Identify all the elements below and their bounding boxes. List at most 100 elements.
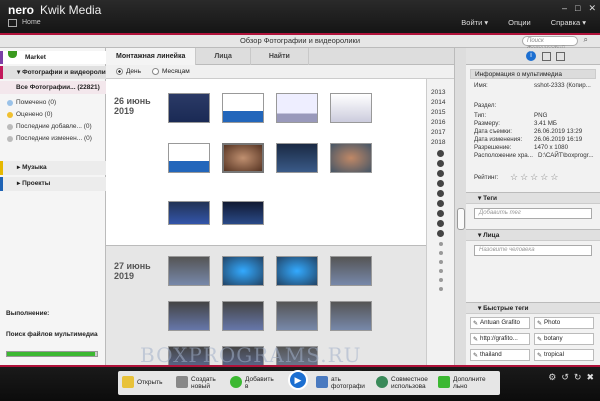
- home-link[interactable]: Home: [22, 19, 41, 26]
- media-thumbnail[interactable]: [168, 93, 210, 123]
- quick-tag[interactable]: ✎ botany: [534, 333, 594, 345]
- star-icon[interactable]: ☆: [510, 172, 518, 183]
- media-thumbnail[interactable]: [330, 143, 372, 173]
- media-thumbnail[interactable]: [168, 201, 210, 225]
- media-thumbnail[interactable]: [222, 201, 264, 225]
- slider-handle[interactable]: [457, 208, 465, 230]
- share-button[interactable]: Совместное использова: [376, 373, 436, 393]
- group-date: 27 июнь 2019: [114, 261, 151, 281]
- rotate-left-icon[interactable]: ↺: [561, 372, 569, 383]
- quick-tag[interactable]: ✎ Antuan Grafito: [470, 317, 530, 329]
- grid-view-icon[interactable]: [542, 52, 551, 61]
- year-2013[interactable]: 2013: [431, 89, 445, 96]
- month-dot[interactable]: [439, 278, 443, 282]
- star-icon[interactable]: ☆: [530, 172, 538, 183]
- faces-section[interactable]: ▾ Лица: [466, 229, 600, 241]
- menu-login[interactable]: Войти ▾: [461, 18, 488, 27]
- radio-day[interactable]: [116, 68, 123, 75]
- media-thumbnail-selected[interactable]: [222, 143, 264, 173]
- sidebar-music[interactable]: ▸ Музыка: [0, 161, 106, 175]
- delete-icon[interactable]: ✖: [586, 372, 594, 383]
- rating-stars[interactable]: ☆ ☆ ☆ ☆ ☆: [510, 172, 558, 183]
- tags-section[interactable]: ▾ Теги: [466, 192, 600, 204]
- media-thumbnail[interactable]: [330, 301, 372, 331]
- radio-month-label: Месяцам: [162, 68, 190, 75]
- month-dot[interactable]: [437, 180, 444, 187]
- info-value: D:\САЙТ\boxprogr...: [538, 152, 594, 159]
- tab-find[interactable]: Найти: [251, 48, 309, 65]
- month-dot[interactable]: [437, 220, 444, 227]
- year-2018[interactable]: 2018: [431, 139, 445, 146]
- play-button[interactable]: ▶: [288, 370, 308, 390]
- more-button[interactable]: Дополните льно: [438, 373, 498, 393]
- month-dot[interactable]: [437, 210, 444, 217]
- flag-icon: [7, 100, 13, 106]
- month-dot[interactable]: [439, 287, 443, 291]
- face-name-input[interactable]: Назовите человека: [474, 245, 592, 256]
- rotate-right-icon[interactable]: ↻: [574, 372, 582, 383]
- media-thumbnail[interactable]: [222, 301, 264, 331]
- sidebar-item-recent-added[interactable]: Последние добавле... (0): [16, 123, 92, 130]
- year-2014[interactable]: 2014: [431, 99, 445, 106]
- month-dot[interactable]: [437, 150, 444, 157]
- sidebar-item-marked[interactable]: Помечено (0): [16, 99, 56, 106]
- media-thumbnail[interactable]: [330, 256, 372, 286]
- settings-icon[interactable]: ⚙: [548, 372, 556, 383]
- month-dot[interactable]: [437, 230, 444, 237]
- media-thumbnail[interactable]: [330, 93, 372, 123]
- add-to-button[interactable]: Добавить в: [230, 373, 282, 393]
- home-icon[interactable]: [8, 19, 17, 27]
- list-view-icon[interactable]: [556, 52, 565, 61]
- info-icon[interactable]: i: [526, 51, 536, 61]
- maximize-button[interactable]: □: [575, 3, 580, 14]
- quick-tag[interactable]: ✎ Photo: [534, 317, 594, 329]
- month-dot[interactable]: [439, 242, 443, 246]
- star-icon[interactable]: ☆: [520, 172, 528, 183]
- month-dot[interactable]: [437, 200, 444, 207]
- minimize-button[interactable]: ‒: [562, 3, 567, 14]
- all-photos-item[interactable]: Все Фотографии... (22821): [0, 81, 106, 94]
- radio-month[interactable]: [152, 68, 159, 75]
- media-thumbnail[interactable]: [168, 143, 210, 173]
- photos-button[interactable]: ать фотографи: [316, 373, 372, 393]
- media-thumbnail[interactable]: [276, 143, 318, 173]
- create-new-button[interactable]: Создать новый: [176, 373, 228, 393]
- sidebar-item-rated[interactable]: Оценено (0): [16, 111, 52, 118]
- sidebar-projects[interactable]: ▸ Проекты: [0, 177, 106, 191]
- sidebar-photos-videos[interactable]: ▾ Фотографии и видеороли: [0, 66, 106, 79]
- close-button[interactable]: ✕: [588, 3, 596, 14]
- year-2017[interactable]: 2017: [431, 129, 445, 136]
- tag-input[interactable]: Добавить тег: [474, 208, 592, 219]
- month-dot[interactable]: [439, 251, 443, 255]
- month-dot[interactable]: [437, 160, 444, 167]
- media-thumbnail[interactable]: [222, 93, 264, 123]
- info-value: 26.06.2019 13:29: [534, 128, 583, 135]
- star-icon[interactable]: ☆: [550, 172, 558, 183]
- year-2015[interactable]: 2015: [431, 109, 445, 116]
- media-thumbnail[interactable]: [168, 301, 210, 331]
- year-2016[interactable]: 2016: [431, 119, 445, 126]
- sidebar-item-recent-changed[interactable]: Последние изменен... (0): [16, 135, 92, 142]
- menu-options[interactable]: Опции: [508, 18, 531, 27]
- search-input[interactable]: Поиск Фотографий...: [522, 36, 578, 52]
- quick-tag[interactable]: ✎ thailand: [470, 349, 530, 361]
- quick-tag[interactable]: ✎ http://grafito...: [470, 333, 530, 345]
- zoom-slider[interactable]: [454, 48, 466, 365]
- quick-tags-section[interactable]: ▾ Быстрые теги: [466, 302, 600, 314]
- month-dot[interactable]: [439, 269, 443, 273]
- tab-faces[interactable]: Лица: [196, 48, 251, 65]
- media-thumbnail[interactable]: [276, 256, 318, 286]
- media-thumbnail[interactable]: [276, 301, 318, 331]
- tab-timeline[interactable]: Монтажная линейка: [106, 48, 197, 65]
- media-thumbnail[interactable]: [276, 93, 318, 123]
- media-thumbnail[interactable]: [222, 256, 264, 286]
- month-dot[interactable]: [437, 190, 444, 197]
- quick-tag[interactable]: ✎ tropical: [534, 349, 594, 361]
- search-icon[interactable]: ⌕: [584, 35, 588, 45]
- open-button[interactable]: Открыть: [122, 373, 170, 393]
- month-dot[interactable]: [437, 170, 444, 177]
- star-icon[interactable]: ☆: [540, 172, 548, 183]
- menu-help[interactable]: Справка ▾: [551, 18, 586, 27]
- media-thumbnail[interactable]: [168, 256, 210, 286]
- month-dot[interactable]: [439, 260, 443, 264]
